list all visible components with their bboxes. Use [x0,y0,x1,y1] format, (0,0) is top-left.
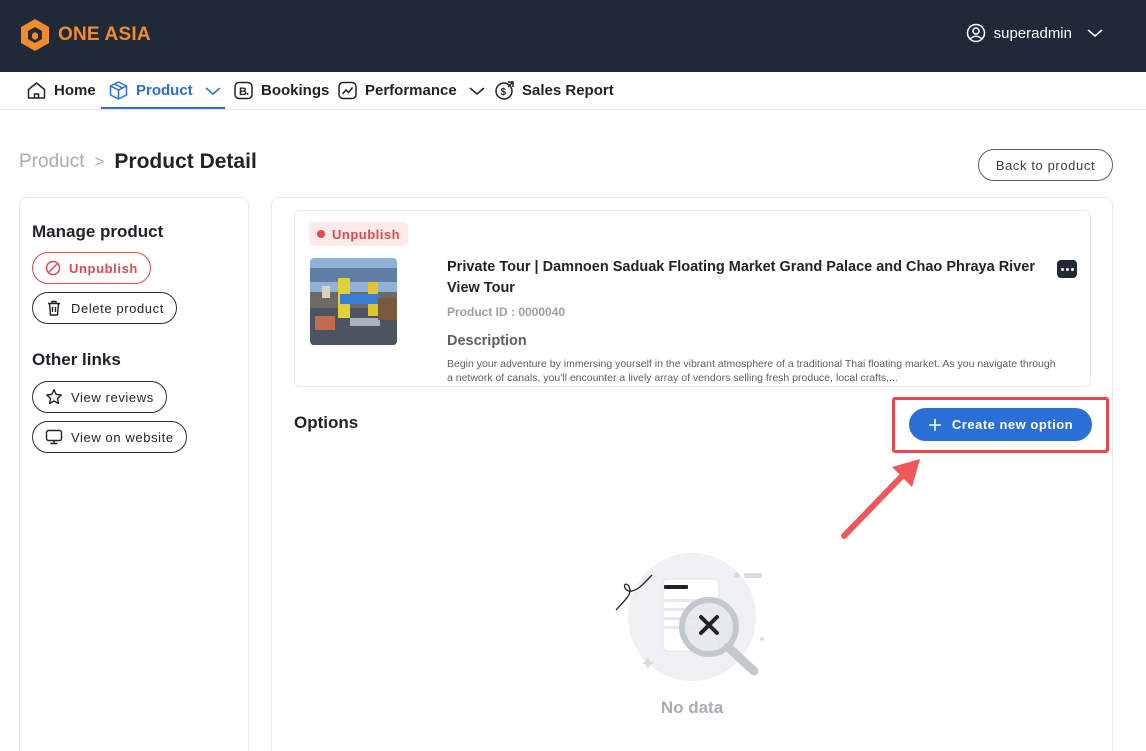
nav-bookings-label: Bookings [261,82,330,99]
logo-icon [21,19,49,51]
brand-name: ONE ASIA [58,24,151,45]
highlight-box [892,397,1109,453]
username: superadmin [993,24,1072,42]
more-options-button[interactable] [1057,260,1077,278]
manage-product-heading: Manage product [32,222,164,241]
svg-text:B: B [239,86,247,98]
status-badge: Unpublish [309,222,409,246]
bookings-icon: B [234,81,253,100]
breadcrumb-product-link[interactable]: Product [19,151,84,173]
delete-product-label: Delete product [71,300,164,316]
brand-logo[interactable]: ONE ASIA [20,18,151,52]
home-icon [27,82,46,99]
other-links-heading: Other links [32,350,121,369]
product-card: Unpublish Private Tour | Damnoen Saduak … [294,210,1091,387]
back-to-product-button[interactable]: Back to product [978,149,1113,181]
status-label: Unpublish [332,226,401,242]
product-id: Product ID : 0000040 [447,305,566,319]
status-dot [317,230,325,238]
chevron-down-icon [469,86,485,95]
nav-performance[interactable]: Performance [337,72,486,109]
svg-text:$: $ [501,87,507,98]
nav-home[interactable]: Home [26,72,96,109]
breadcrumb: Product > Product Detail [19,150,257,174]
user-menu[interactable]: superadmin [966,23,1104,43]
user-icon [966,23,985,43]
dot [1065,267,1069,271]
trash-icon [48,300,60,316]
product-description: Begin your adventure by immersing yourse… [447,358,1056,384]
description-heading: Description [447,333,527,349]
product-title: Private Tour | Damnoen Saduak Floating M… [447,259,1035,296]
nav-product-label: Product [136,82,193,99]
manage-sidebar: Manage product Unpublish Delete product … [19,197,249,751]
nav-bookings[interactable]: B Bookings [233,72,329,109]
sales-report-icon: $ [495,81,514,100]
empty-state-illustration [612,553,772,683]
nav-home-label: Home [54,82,96,99]
box-icon [109,81,128,100]
view-reviews-label: View reviews [71,389,154,405]
no-data-text: No data [660,698,724,717]
product-thumbnail [310,258,397,345]
nav-performance-label: Performance [365,82,457,99]
nav-product[interactable]: Product [101,72,225,109]
ban-icon [45,260,61,276]
monitor-icon [45,429,63,445]
chevron-down-icon [205,86,221,95]
view-reviews-button[interactable]: View reviews [32,381,167,413]
delete-product-button[interactable]: Delete product [32,292,177,324]
view-on-website-label: View on website [71,429,174,445]
unpublish-button[interactable]: Unpublish [32,252,151,284]
top-bar: ONE ASIA superadmin [0,0,1146,72]
star-icon [46,389,62,405]
breadcrumb-separator: > [94,152,105,171]
dot [1070,267,1074,271]
nav-sales-report-label: Sales Report [522,82,614,99]
main-nav: Home Product B Bookings Performance $ Sa… [0,72,1146,110]
annotation-arrow [841,459,920,539]
unpublish-label: Unpublish [69,260,138,276]
view-on-website-button[interactable]: View on website [32,421,187,453]
chevron-down-icon [1087,29,1103,37]
chart-icon [338,81,357,100]
nav-sales-report[interactable]: $ Sales Report [494,72,614,109]
page-title: Product Detail [114,150,257,173]
dot [1060,267,1064,271]
options-heading: Options [294,413,359,432]
